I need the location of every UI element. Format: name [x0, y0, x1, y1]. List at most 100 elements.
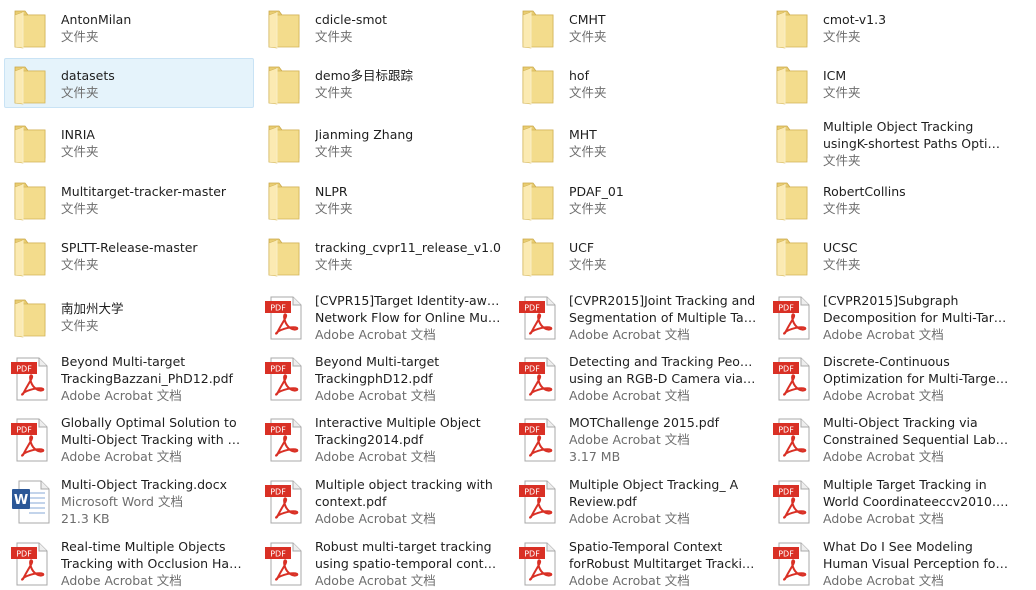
folder-item[interactable]: ICM 文件夹: [766, 58, 1016, 108]
folder-item[interactable]: INRIA 文件夹: [4, 115, 254, 169]
item-type: Adobe Acrobat 文档: [569, 388, 690, 403]
item-type: Adobe Acrobat 文档: [315, 511, 436, 526]
folder-item[interactable]: Multitarget-tracker-master 文件夹: [4, 174, 254, 224]
item-name: hof: [569, 68, 589, 83]
file-item[interactable]: PDF Real-time Multiple Objects Tracking w…: [4, 535, 254, 589]
item-type: 文件夹: [569, 85, 607, 100]
folder-item[interactable]: NLPR 文件夹: [258, 174, 508, 224]
item-text: tracking_cvpr11_release_v1.0 文件夹: [315, 239, 503, 273]
pdf-file-icon: PDF: [263, 539, 307, 587]
file-item[interactable]: PDF [CVPR2015]Subgraph Decomposition for …: [766, 289, 1016, 343]
file-item[interactable]: PDF [CVPR15]Target Identity-aware Network…: [258, 289, 508, 343]
file-item[interactable]: PDF Detecting and Tracking People using a…: [512, 350, 762, 404]
file-item[interactable]: PDF Multiple Target Tracking in World Coo…: [766, 473, 1016, 527]
folder-icon: [9, 232, 53, 280]
item-text: [CVPR2015]Subgraph Decomposition for Mult…: [823, 292, 1011, 343]
file-item[interactable]: PDF Spatio-Temporal Context forRobust Mul…: [512, 535, 762, 589]
pdf-file-icon: PDF: [517, 477, 561, 525]
item-text: AntonMilan 文件夹: [61, 11, 249, 45]
folder-icon: [517, 119, 561, 167]
item-text: Interactive Multiple Object Tracking2014.…: [315, 414, 503, 465]
item-text: MHT 文件夹: [569, 126, 757, 160]
pdf-badge-text: PDF: [778, 365, 794, 374]
item-name: 南加州大学: [61, 301, 124, 316]
folder-item[interactable]: hof 文件夹: [512, 58, 762, 108]
file-item[interactable]: PDF Multiple object tracking with context…: [258, 473, 508, 527]
folder-item[interactable]: tracking_cvpr11_release_v1.0 文件夹: [258, 230, 508, 280]
folder-item[interactable]: UCF 文件夹: [512, 230, 762, 280]
file-item[interactable]: PDF Interactive Multiple Object Tracking2…: [258, 411, 508, 465]
file-item[interactable]: PDF Discrete-Continuous Optimization for …: [766, 350, 1016, 404]
pdf-file-icon: PDF: [263, 477, 307, 525]
pdf-file-icon: PDF: [9, 415, 53, 463]
file-item[interactable]: PDF Beyond Multi-target TrackingphD12.pdf…: [258, 350, 508, 404]
item-name-line2: Tracking with Occlusion Handli...: [61, 556, 249, 571]
pdf-badge-text: PDF: [270, 304, 286, 313]
file-item[interactable]: PDF [CVPR2015]Joint Tracking and Segmenta…: [512, 289, 762, 343]
item-type: 文件夹: [569, 144, 607, 159]
item-name-line2: Optimization for Multi-Target ...: [823, 371, 1011, 386]
folder-item[interactable]: CMHT 文件夹: [512, 2, 762, 52]
item-name-line2: Multi-Object Tracking with Me...: [61, 432, 249, 447]
item-name-line2: Network Flow for Online Multi...: [315, 310, 503, 325]
item-text: UCF 文件夹: [569, 239, 757, 273]
item-name-line2: usingK-shortest Paths Optimiz...: [823, 136, 1011, 151]
folder-item[interactable]: PDAF_01 文件夹: [512, 174, 762, 224]
item-name-line2: TrackingphD12.pdf: [315, 371, 433, 386]
folder-icon: [9, 119, 53, 167]
pdf-file-icon: PDF: [517, 539, 561, 587]
file-item[interactable]: PDF Multiple Object Tracking_ A Review.pd…: [512, 473, 762, 527]
item-type: Adobe Acrobat 文档: [823, 327, 944, 342]
item-type: 文件夹: [61, 29, 99, 44]
pdf-badge-text: PDF: [778, 550, 794, 559]
item-name: Multiple Target Tracking in: [823, 477, 987, 492]
pdf-badge-text: PDF: [270, 550, 286, 559]
item-name: Spatio-Temporal Context: [569, 539, 723, 554]
folder-item[interactable]: datasets 文件夹: [4, 58, 254, 108]
item-name: Multiple object tracking with: [315, 477, 493, 492]
file-item[interactable]: PDF MOTChallenge 2015.pdf Adobe Acrobat 文…: [512, 411, 762, 465]
file-item[interactable]: W Multi-Object Tracking.docx Microsoft Wo…: [4, 473, 254, 527]
item-text: ICM 文件夹: [823, 67, 1011, 101]
folder-item[interactable]: Multiple Object Tracking usingK-shortest …: [766, 115, 1016, 169]
folder-item[interactable]: AntonMilan 文件夹: [4, 2, 254, 52]
item-text: Jianming Zhang 文件夹: [315, 126, 503, 160]
folder-icon: [771, 119, 815, 167]
folder-item[interactable]: demo多目标跟踪 文件夹: [258, 58, 508, 108]
folder-item[interactable]: cdicle-smot 文件夹: [258, 2, 508, 52]
folder-item[interactable]: 南加州大学 文件夹: [4, 289, 254, 343]
folder-item[interactable]: SPLTT-Release-master 文件夹: [4, 230, 254, 280]
pdf-file-icon: PDF: [517, 293, 561, 341]
folder-item[interactable]: Jianming Zhang 文件夹: [258, 115, 508, 169]
file-item[interactable]: PDF Globally Optimal Solution to Multi-Ob…: [4, 411, 254, 465]
folder-item[interactable]: RobertCollins 文件夹: [766, 174, 1016, 224]
pdf-badge-text: PDF: [778, 304, 794, 313]
item-text: Detecting and Tracking People using an RG…: [569, 353, 757, 404]
folder-item[interactable]: cmot-v1.3 文件夹: [766, 2, 1016, 52]
pdf-file-icon: PDF: [771, 477, 815, 525]
item-text: MOTChallenge 2015.pdf Adobe Acrobat 文档 3.1…: [569, 414, 757, 465]
folder-item[interactable]: MHT 文件夹: [512, 115, 762, 169]
item-text: 南加州大学 文件夹: [61, 300, 249, 334]
file-item[interactable]: PDF Beyond Multi-target TrackingBazzani_P…: [4, 350, 254, 404]
item-type: Adobe Acrobat 文档: [569, 511, 690, 526]
item-name: [CVPR2015]Joint Tracking and: [569, 293, 756, 308]
folder-item[interactable]: UCSC 文件夹: [766, 230, 1016, 280]
file-item[interactable]: PDF Multi-Object Tracking via Constrained…: [766, 411, 1016, 465]
item-type: 文件夹: [315, 85, 353, 100]
item-text: NLPR 文件夹: [315, 183, 503, 217]
file-item[interactable]: PDF What Do I See Modeling Human Visual P…: [766, 535, 1016, 589]
item-type: Microsoft Word 文档: [61, 494, 183, 509]
item-name: Real-time Multiple Objects: [61, 539, 226, 554]
item-name-line2: forRobust Multitarget Trackin...: [569, 556, 757, 571]
item-text: hof 文件夹: [569, 67, 757, 101]
item-type: 文件夹: [61, 318, 99, 333]
folder-icon: [517, 60, 561, 108]
item-name: MOTChallenge 2015.pdf: [569, 415, 720, 430]
item-type: 文件夹: [823, 153, 861, 168]
file-item[interactable]: PDF Robust multi-target tracking using sp…: [258, 535, 508, 589]
pdf-badge-text: PDF: [16, 426, 32, 435]
item-type: Adobe Acrobat 文档: [823, 573, 944, 588]
item-type: 文件夹: [61, 144, 99, 159]
item-type: 文件夹: [315, 257, 353, 272]
